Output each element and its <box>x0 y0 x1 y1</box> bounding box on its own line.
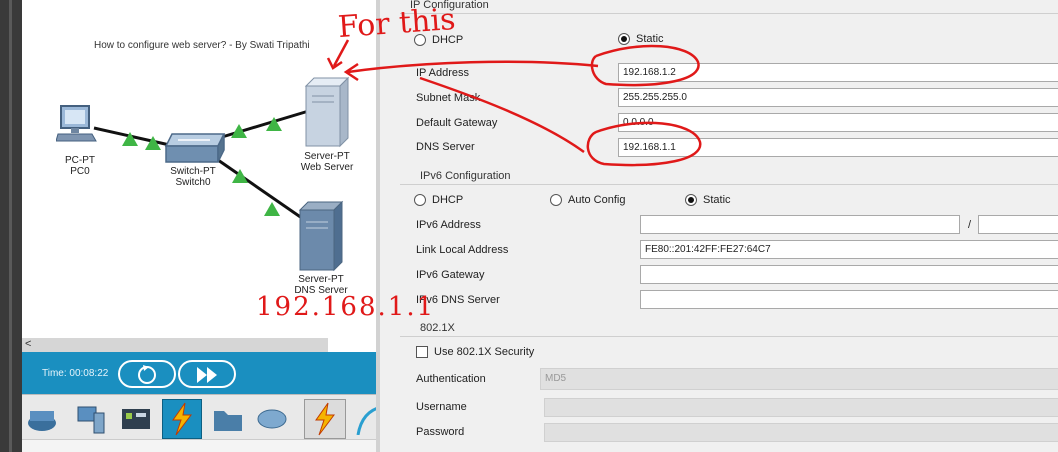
ipv6-config-group-border <box>400 184 1058 185</box>
ipv4-static-radio[interactable] <box>618 33 630 45</box>
ipv4-static-label: Static <box>636 33 664 45</box>
dot1x-group-title: 802.1X <box>420 322 455 334</box>
network-devices-icon[interactable] <box>26 403 58 435</box>
ipv6-config-group-title: IPv6 Configuration <box>420 170 511 182</box>
lightning-icon <box>315 402 335 436</box>
multiuser-icon[interactable] <box>256 403 288 435</box>
ipv6-gateway-field[interactable] <box>640 265 1058 284</box>
ip-address-label: IP Address <box>416 67 469 79</box>
device-palette-footer <box>22 439 382 452</box>
pc-icon[interactable] <box>56 104 100 148</box>
lightning-icon <box>172 402 192 436</box>
scroll-left-icon[interactable]: < <box>25 338 31 350</box>
end-devices-icon[interactable] <box>74 403 106 435</box>
ipv6-address-label: IPv6 Address <box>416 219 481 231</box>
workspace-horizontal-scrollbar[interactable]: < <box>22 338 328 352</box>
ipv6-gateway-label: IPv6 Gateway <box>416 269 485 281</box>
web-server-icon[interactable] <box>304 76 350 148</box>
lightning-tool-button[interactable] <box>304 399 346 439</box>
dns-server-type-label: Server-PT <box>298 274 344 285</box>
subnet-mask-label: Subnet Mask <box>416 92 481 104</box>
dns-server-field[interactable]: 192.168.1.1 <box>618 138 1058 157</box>
pc-type-label: PC-PT <box>65 155 95 166</box>
fast-forward-icon <box>197 367 217 383</box>
ip-config-group-border <box>400 13 1058 14</box>
components-icon[interactable] <box>120 403 152 435</box>
authentication-select[interactable]: MD5 <box>540 368 1058 390</box>
switch-icon[interactable] <box>162 132 228 166</box>
password-field[interactable] <box>544 423 1058 442</box>
ipv6-auto-config-radio[interactable] <box>550 194 562 206</box>
prefix-separator: / <box>968 219 972 231</box>
username-field[interactable] <box>544 398 1058 417</box>
power-cycle-devices-button[interactable] <box>118 360 176 388</box>
ipv6-dhcp-label: DHCP <box>432 194 464 206</box>
link-local-address-field[interactable]: FE80::201:42FF:FE27:64C7 <box>640 240 1058 259</box>
realtime-bar: Time: 00:08:22 <box>22 352 382 394</box>
left-border-stripe <box>9 0 12 452</box>
device-type-palette <box>22 394 382 452</box>
ipv6-address-field[interactable] <box>640 215 960 234</box>
ipv6-dhcp-radio[interactable] <box>414 194 426 206</box>
ipv6-auto-config-label: Auto Config <box>568 194 626 206</box>
link-light-dns <box>264 202 280 216</box>
pc-name-label: PC0 <box>70 166 90 177</box>
connections-tab[interactable] <box>162 399 202 439</box>
ipv6-prefix-length-field[interactable] <box>978 215 1058 234</box>
dot1x-group-border <box>400 336 1058 337</box>
web-server-type-label: Server-PT <box>304 151 350 162</box>
use-8021x-label: Use 802.1X Security <box>434 346 535 358</box>
switch-type-label: Switch-PT <box>170 166 216 177</box>
fastethernet-config-panel: IP Configuration DHCP Static IP Address … <box>376 0 1058 452</box>
web-server-name-label: Web Server <box>300 162 354 173</box>
ipv6-static-label: Static <box>703 194 731 206</box>
ipv6-static-radio[interactable] <box>685 194 697 206</box>
password-label: Password <box>416 426 465 438</box>
ip-address-field[interactable]: 192.168.1.2 <box>618 63 1058 82</box>
link-local-address-label: Link Local Address <box>416 244 509 256</box>
miscellaneous-icon[interactable] <box>212 403 244 435</box>
switch-label: Switch-PT Switch0 <box>158 166 228 188</box>
fast-forward-time-button[interactable] <box>178 360 236 388</box>
dns-server-label: DNS Server <box>416 141 475 153</box>
username-label: Username <box>416 401 467 413</box>
default-gateway-label: Default Gateway <box>416 117 498 129</box>
annotation-dns-ip: 192.168.1.1 <box>256 292 436 322</box>
subnet-mask-field[interactable]: 255.255.255.0 <box>618 88 1058 107</box>
authentication-label: Authentication <box>416 373 486 385</box>
left-border <box>0 0 22 452</box>
use-8021x-checkbox[interactable] <box>416 346 428 358</box>
dns-server-icon[interactable] <box>298 200 344 272</box>
default-gateway-field[interactable]: 0.0.0.0 <box>618 113 1058 132</box>
pc-label: PC-PT PC0 <box>58 155 102 177</box>
cycle-devices-icon <box>138 365 156 384</box>
switch-name-label: Switch0 <box>175 177 211 188</box>
simulation-time: Time: 00:08:22 <box>42 368 109 379</box>
ipv6-dns-server-field[interactable] <box>640 290 1058 309</box>
web-server-label: Server-PT Web Server <box>292 151 362 173</box>
